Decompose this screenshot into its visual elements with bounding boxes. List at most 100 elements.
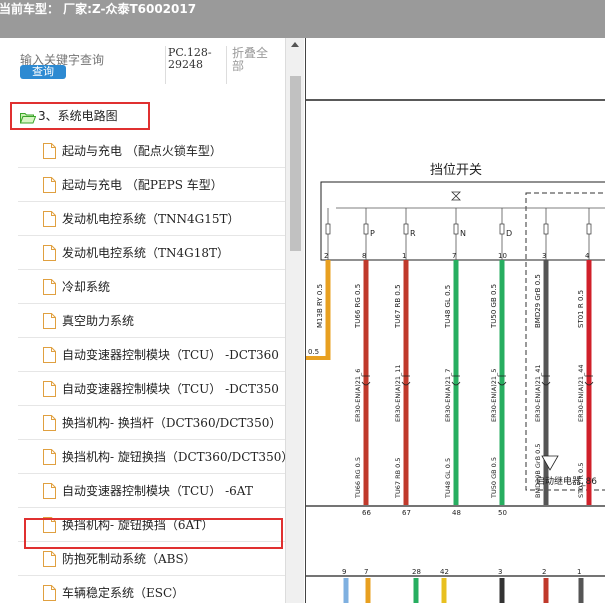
tree-item[interactable]: 起动与充电 （配PEPS 车型）	[18, 168, 285, 202]
pin-number: 1	[577, 568, 581, 576]
tree-item[interactable]: 自动变速器控制模块（TCU） -DCT360	[18, 338, 285, 372]
wiring-diagram: 挡位开关 2 8 1 7 10 3 4P R N DM13B RY 0.5 TU66 RG 0.5 T…	[306, 99, 605, 603]
search-button[interactable]: 查询	[20, 65, 66, 79]
pin-number: 50	[498, 509, 507, 517]
wire-segment	[499, 578, 505, 603]
vehicle-model-label: 当前车型： 厂家:Z-众泰T6002017	[0, 2, 197, 16]
wire-segment	[403, 260, 409, 505]
divider	[226, 46, 227, 84]
tree-item-label: 冷却系统	[62, 280, 111, 294]
switch-contact	[586, 223, 592, 235]
tree-item[interactable]: 自动变速器控制模块（TCU） -DCT350	[18, 372, 285, 406]
tree-item[interactable]: 发动机电控系统（TN4G18T）	[18, 236, 285, 270]
tree-item-label: 换挡机构- 旋钮换挡（DCT360/DCT350）	[62, 450, 285, 464]
wire-segment	[413, 578, 419, 603]
document-icon	[43, 449, 56, 465]
wire-code-label: TU50 GB 0.5	[490, 284, 498, 329]
document-icon	[43, 143, 56, 159]
wire-code-label: TU66 RG 0.5	[354, 284, 362, 329]
connector-label: ER30-EN(A)21_5	[490, 369, 498, 422]
pin-number: 42	[440, 568, 449, 576]
document-icon	[43, 483, 56, 499]
switch-knob-icon	[451, 191, 461, 201]
tree-item-label: 自动变速器控制模块（TCU） -6AT	[62, 484, 253, 498]
search-area: 查询 PC.128-29248 折叠全部	[0, 38, 285, 100]
wire-code-label: BMD29B GrB 0.5	[534, 444, 542, 498]
switch-contact	[499, 223, 505, 235]
tree-root-item[interactable]: 3、系统电路图	[10, 102, 150, 130]
wire-code-label: TU66 RG 0.5	[354, 457, 362, 499]
document-icon	[43, 347, 56, 363]
document-icon	[43, 551, 56, 567]
wire-segment	[543, 578, 549, 603]
tree-item[interactable]: 换挡机构- 旋钮换挡（DCT360/DCT350）	[18, 440, 285, 474]
document-icon	[43, 415, 56, 431]
tree-item[interactable]: 发动机电控系统（TNN4G15T）	[18, 202, 285, 236]
wire-code-label: TU67 RB 0.5	[394, 284, 402, 329]
document-code: PC.128-29248	[168, 46, 212, 71]
tree-item[interactable]: 车辆稳定系统（ESC）	[18, 576, 285, 603]
connector-label: ER30-EN(A)21_11	[394, 364, 402, 422]
switch-contact	[325, 223, 331, 235]
pin-number: 3	[498, 568, 502, 576]
tree-item[interactable]: 冷却系统	[18, 270, 285, 304]
document-icon	[43, 585, 56, 601]
connector-label: ER30-EN(A)21_7	[444, 369, 452, 422]
wire-code-label: TU50 GB 0.5	[490, 457, 498, 499]
tree-item[interactable]: 自动变速器控制模块（TCU） -6AT	[18, 474, 285, 508]
pin-number: 9	[342, 568, 346, 576]
sidebar: 查询 PC.128-29248 折叠全部 3、系统电路图 起动与充电 （配点火锁…	[0, 38, 285, 603]
document-icon	[43, 245, 56, 261]
sidebar-scrollbar[interactable]	[285, 38, 304, 603]
wire-segment	[543, 260, 549, 505]
tree-root-label: 3、系统电路图	[38, 109, 118, 123]
pin-number: 3	[542, 252, 546, 260]
wire-code-label: TU67 RB 0.5	[394, 458, 402, 499]
switch-position-label: P	[370, 229, 375, 238]
connector-label: ER30-EN(A)21_44	[577, 364, 585, 422]
scrollbar-thumb[interactable]	[290, 76, 301, 251]
wiring-diagram-viewer[interactable]: 挡位开关 2 8 1 7 10 3 4 P R N D M13B RY 0.5 TU66 RG 0.5 T…	[305, 38, 605, 603]
pin-number: 10	[498, 252, 507, 260]
pin-number: 4	[585, 252, 590, 260]
document-icon	[43, 381, 56, 397]
wire-code-label: M13B RY 0.5	[316, 284, 324, 328]
tree-item[interactable]: 换挡机构- 换挡杆（DCT360/DCT350）	[18, 406, 285, 440]
switch-position-label: D	[506, 229, 512, 238]
pin-number: 67	[402, 509, 411, 517]
wire-segment	[365, 578, 371, 603]
switch-contact	[543, 223, 549, 235]
wire-segment	[363, 260, 369, 505]
wire-code-label: TU48 GL 0.5	[444, 458, 452, 499]
wire-segment	[343, 578, 349, 603]
diagram-title: 挡位开关	[430, 163, 482, 178]
scroll-up-arrow-icon[interactable]	[291, 42, 299, 47]
connector-label: ER30-EN(A)21_41	[534, 364, 542, 422]
tree-item-label: 防抱死制动系统（ABS）	[62, 552, 196, 566]
selected-item-highlight	[24, 518, 283, 549]
switch-contact	[453, 223, 459, 235]
switch-contact	[403, 223, 409, 235]
relay-label: 启动继电器_86	[536, 475, 597, 487]
tree-item-label: 起动与充电 （配PEPS 车型）	[62, 178, 223, 192]
pin-number: 48	[452, 509, 461, 517]
pin-number: 2	[324, 252, 328, 260]
switch-position-label: R	[410, 229, 416, 238]
wire-code-label: BMD29 GrB 0.5	[534, 274, 542, 328]
tree-item-label: 真空助力系统	[62, 314, 135, 328]
pin-number: 66	[362, 509, 371, 517]
tree-item-label: 车辆稳定系统（ESC）	[62, 586, 185, 600]
tree-item[interactable]: 起动与充电 （配点火锁车型）	[18, 134, 285, 168]
tree-item-label: 自动变速器控制模块（TCU） -DCT350	[62, 382, 279, 396]
document-icon	[43, 211, 56, 227]
wire-segment	[499, 260, 505, 505]
folder-open-icon	[20, 113, 36, 124]
wire-size-label: 0.5	[308, 348, 319, 356]
pin-number: 7	[452, 252, 456, 260]
tree-item-label: 换挡机构- 换挡杆（DCT360/DCT350）	[62, 416, 282, 430]
pin-number: 2	[542, 568, 546, 576]
wire-segment	[441, 578, 447, 603]
collapse-all-button[interactable]: 折叠全部	[232, 47, 272, 73]
tree-item[interactable]: 真空助力系统	[18, 304, 285, 338]
divider	[165, 46, 166, 84]
